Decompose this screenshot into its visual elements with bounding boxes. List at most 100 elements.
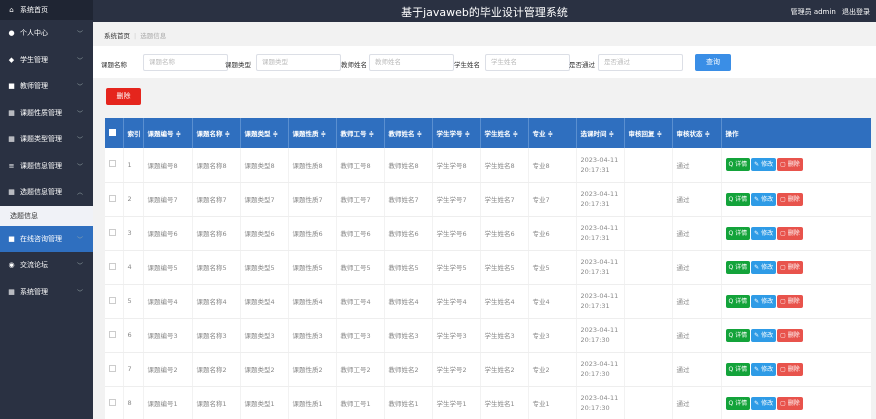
column-header[interactable]: 审核状态 ≑ xyxy=(672,118,722,148)
batch-delete-button[interactable]: 删除 xyxy=(106,88,141,105)
app-title: 基于javaweb的毕业设计管理系统 xyxy=(401,6,568,19)
delete-button[interactable]: ▢ 删除 xyxy=(777,396,803,410)
breadcrumb-home[interactable]: 系统首页 xyxy=(104,32,130,40)
detail-button[interactable]: Q 详情 xyxy=(725,192,751,206)
edit-button[interactable]: ✎ 修改 xyxy=(751,260,777,274)
row-checkbox[interactable] xyxy=(109,228,116,236)
row-select-cell[interactable] xyxy=(105,352,124,387)
edit-button[interactable]: ✎ 修改 xyxy=(751,328,777,342)
row-select-cell[interactable] xyxy=(105,250,124,285)
column-header[interactable]: 课题类型 ≑ xyxy=(240,118,289,148)
logout-link[interactable]: 退出登录 xyxy=(842,8,870,16)
column-header[interactable]: 索引 xyxy=(123,118,144,148)
column-header[interactable]: 审核回复 ≑ xyxy=(624,118,673,148)
row-select-cell[interactable] xyxy=(105,216,124,251)
row-select-cell[interactable] xyxy=(105,148,124,183)
detail-button[interactable]: Q 详情 xyxy=(725,294,751,308)
sidebar-item-b0[interactable]: ■ 在线咨询管理 ﹀ xyxy=(0,225,93,252)
column-header[interactable]: 专业 ≑ xyxy=(528,118,577,148)
delete-button[interactable]: ▢ 删除 xyxy=(777,260,803,274)
chevron-down-icon: ﹀ xyxy=(76,110,83,118)
table-cell: 专业6 xyxy=(528,216,577,251)
table-cell: 2023-04-11 20:17:31 xyxy=(576,148,625,183)
row-checkbox[interactable] xyxy=(109,330,116,338)
sidebar-item-b2[interactable]: ▦ 系统管理 ﹀ xyxy=(0,279,93,306)
edit-button[interactable]: ✎ 修改 xyxy=(751,362,777,376)
table-cell: 课题名称7 xyxy=(192,182,241,217)
sidebar-item-1[interactable]: ● 个人中心 ﹀ xyxy=(0,20,93,47)
detail-button[interactable]: Q 详情 xyxy=(725,396,751,410)
filter-input[interactable]: 课题名称 xyxy=(143,54,228,71)
sidebar-subitem[interactable]: 选题信息 xyxy=(0,205,93,226)
action-cell: Q 详情 ✎ 修改 ▢ 删除 xyxy=(721,148,871,183)
table-cell: 通过 xyxy=(672,318,722,353)
row-checkbox[interactable] xyxy=(109,262,116,270)
row-checkbox[interactable] xyxy=(109,364,116,372)
sidebar-item-5[interactable]: ▦ 课题类型管理 ﹀ xyxy=(0,126,93,153)
row-checkbox[interactable] xyxy=(109,398,116,406)
breadcrumb-current: 选题信息 xyxy=(140,32,167,40)
sidebar-item-3[interactable]: ■ 教师管理 ﹀ xyxy=(0,73,93,100)
table-cell: 课题性质7 xyxy=(288,182,337,217)
delete-button[interactable]: ▢ 删除 xyxy=(777,226,803,240)
column-header[interactable]: 操作 xyxy=(721,118,871,148)
filter-input[interactable]: 教师姓名 xyxy=(369,54,454,71)
detail-label: 详情 xyxy=(735,161,748,169)
detail-button[interactable]: Q 详情 xyxy=(725,158,751,172)
delete-button[interactable]: ▢ 删除 xyxy=(777,158,803,172)
table-cell: 课题名称3 xyxy=(192,318,241,353)
edit-button[interactable]: ✎ 修改 xyxy=(751,396,777,410)
table-cell xyxy=(624,148,673,183)
edit-button[interactable]: ✎ 修改 xyxy=(751,158,777,172)
delete-button[interactable]: ▢ 删除 xyxy=(777,294,803,308)
table-cell: 课题性质3 xyxy=(288,318,337,353)
column-header[interactable]: 课题性质 ≑ xyxy=(288,118,337,148)
column-header[interactable]: 教师工号 ≑ xyxy=(336,118,385,148)
sidebar-item-2[interactable]: ◆ 学生管理 ﹀ xyxy=(0,47,93,74)
detail-button[interactable]: Q 详情 xyxy=(725,328,751,342)
select-all-checkbox[interactable] xyxy=(109,128,116,136)
column-header[interactable]: 教师姓名 ≑ xyxy=(384,118,433,148)
sidebar-item-7[interactable]: ▦ 选题信息管理 ︿ xyxy=(0,179,93,206)
data-table: 索引 课题编号 ≑ 课题名称 ≑ 课题类型 ≑ 课题性质 ≑ 教师工号 ≑ 教师姓名 ≑ 学生… xyxy=(105,118,871,419)
edit-button[interactable]: ✎ 修改 xyxy=(751,294,777,308)
sidebar-item-b1[interactable]: ◉ 交流论坛 ﹀ xyxy=(0,252,93,279)
detail-button[interactable]: Q 详情 xyxy=(725,226,751,240)
sidebar-item-0[interactable]: ⌂ 系统首页 xyxy=(0,0,93,20)
status-select[interactable]: 是否通过 xyxy=(598,54,683,71)
table-cell: 课题编号5 xyxy=(143,250,193,285)
delete-button[interactable]: ▢ 删除 xyxy=(777,192,803,206)
row-checkbox[interactable] xyxy=(109,296,116,304)
table-row: 8 课题编号1 课题名称1 课题类型1 课题性质1 教师工号1 教师姓名1 学生学号1 学生姓名… xyxy=(105,386,871,419)
column-header[interactable]: 课题编号 ≑ xyxy=(143,118,193,148)
row-checkbox[interactable] xyxy=(109,194,116,202)
sidebar-item-4[interactable]: ▦ 课题性质管理 ﹀ xyxy=(0,100,93,127)
user-icon: ● xyxy=(8,29,15,38)
row-select-cell[interactable] xyxy=(105,386,124,419)
row-select-cell[interactable] xyxy=(105,318,124,353)
sidebar-item-6[interactable]: ≡ 课题信息管理 ﹀ xyxy=(0,153,93,180)
delete-button[interactable]: ▢ 删除 xyxy=(777,328,803,342)
column-header[interactable]: 课题名称 ≑ xyxy=(192,118,241,148)
detail-button[interactable]: Q 详情 xyxy=(725,362,751,376)
filter-input[interactable]: 课题类型 xyxy=(256,54,341,71)
table-cell: 课题类型6 xyxy=(240,216,289,251)
table-row: 2 课题编号7 课题名称7 课题类型7 课题性质7 教师工号7 教师姓名7 学生学号7 学生姓名… xyxy=(105,182,871,217)
search-button[interactable]: 查询 xyxy=(695,54,731,71)
row-select-cell[interactable] xyxy=(105,284,124,319)
column-header[interactable]: 学生学号 ≑ xyxy=(432,118,481,148)
filter-label: 课题类型 xyxy=(225,61,251,69)
detail-button[interactable]: Q 详情 xyxy=(725,260,751,274)
row-select-cell[interactable] xyxy=(105,182,124,217)
table-cell xyxy=(624,216,673,251)
column-header[interactable]: 学生姓名 ≑ xyxy=(480,118,529,148)
column-header[interactable]: 选课时间 ≑ xyxy=(576,118,625,148)
grid-icon: ▦ xyxy=(8,108,15,117)
edit-button[interactable]: ✎ 修改 xyxy=(751,192,777,206)
select-all-cell[interactable] xyxy=(105,118,124,148)
edit-button[interactable]: ✎ 修改 xyxy=(751,226,777,240)
filter-input[interactable]: 学生姓名 xyxy=(485,54,570,71)
delete-button[interactable]: ▢ 删除 xyxy=(777,362,803,376)
table-cell: 课题类型4 xyxy=(240,284,289,319)
row-checkbox[interactable] xyxy=(109,160,116,168)
